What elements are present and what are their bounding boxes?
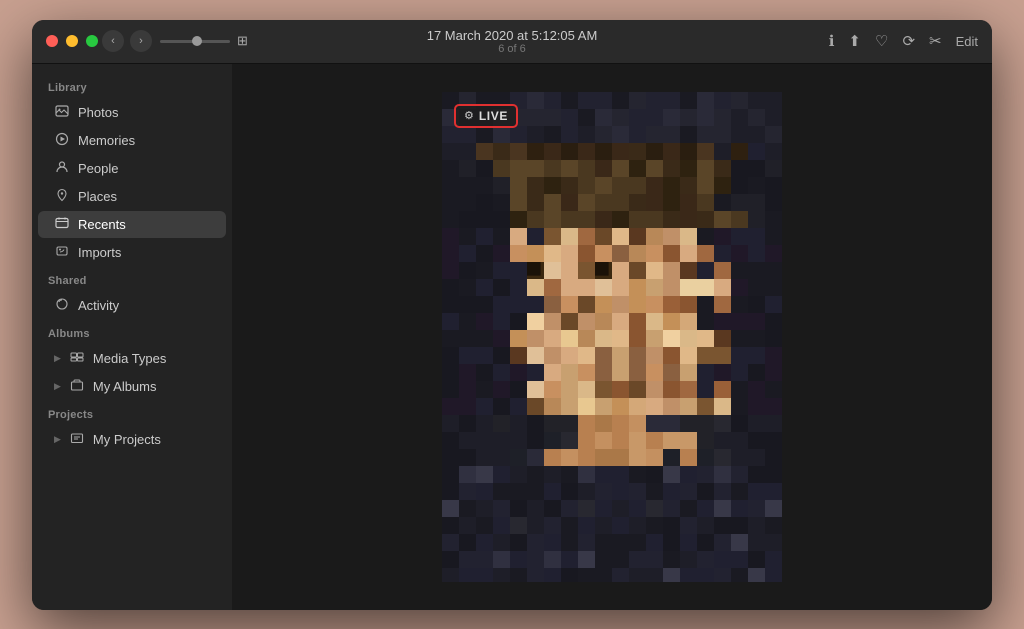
media-types-icon [69, 350, 85, 367]
toolbar-actions: ℹ ⬆ ♡ ⟳ ✂ Edit [829, 32, 978, 50]
nav-buttons: ‹ › [102, 30, 152, 52]
media-types-label: Media Types [93, 351, 210, 366]
sidebar-item-recents[interactable]: Recents [38, 211, 226, 238]
live-badge[interactable]: ⚙ LIVE [454, 104, 518, 128]
live-badge-icon: ⚙ [464, 109, 474, 122]
my-projects-icon [69, 431, 85, 448]
photo-container: ⚙ LIVE [442, 92, 782, 582]
maximize-button[interactable] [86, 35, 98, 47]
activity-icon [54, 297, 70, 314]
my-albums-expand: ▶ [54, 381, 61, 392]
tools-icon[interactable]: ✂ [929, 32, 942, 50]
share-icon[interactable]: ⬆ [848, 32, 861, 50]
photo-viewer: ⚙ LIVE [232, 64, 992, 610]
recents-icon [54, 216, 70, 233]
sidebar: Library Photos Memories People [32, 64, 232, 610]
sidebar-item-memories[interactable]: Memories [38, 127, 226, 154]
my-albums-label: My Albums [93, 379, 210, 394]
photos-icon [54, 104, 70, 121]
edit-button[interactable]: Edit [956, 34, 978, 49]
app-window: ‹ › ⊞ 17 March 2020 at 5:12:05 AM 6 of 6… [32, 20, 992, 610]
back-button[interactable]: ‹ [102, 30, 124, 52]
zoom-slider[interactable] [160, 40, 230, 43]
albums-section-label: Albums [32, 320, 232, 344]
projects-section-label: Projects [32, 401, 232, 425]
media-types-expand: ▶ [54, 353, 61, 364]
main-content: Library Photos Memories People [32, 64, 992, 610]
sidebar-item-activity[interactable]: Activity [38, 292, 226, 319]
people-icon [54, 160, 70, 177]
sidebar-item-places[interactable]: Places [38, 183, 226, 210]
photo-date: 17 March 2020 at 5:12:05 AM [427, 28, 598, 43]
sidebar-item-photos[interactable]: Photos [38, 99, 226, 126]
info-icon[interactable]: ℹ [829, 32, 835, 50]
my-albums-icon [69, 378, 85, 395]
heart-icon[interactable]: ♡ [875, 32, 888, 50]
people-label: People [78, 161, 210, 176]
places-label: Places [78, 189, 210, 204]
photos-label: Photos [78, 105, 210, 120]
sidebar-item-media-types[interactable]: ▶ Media Types [38, 345, 226, 372]
close-button[interactable] [46, 35, 58, 47]
places-icon [54, 188, 70, 205]
forward-button[interactable]: › [130, 30, 152, 52]
recents-label: Recents [78, 217, 210, 232]
memories-icon [54, 132, 70, 149]
sidebar-item-my-projects[interactable]: ▶ My Projects [38, 426, 226, 453]
titlebar: ‹ › ⊞ 17 March 2020 at 5:12:05 AM 6 of 6… [32, 20, 992, 64]
live-badge-text: LIVE [479, 109, 508, 123]
library-section-label: Library [32, 74, 232, 98]
photo-counter: 6 of 6 [498, 43, 526, 55]
imports-label: Imports [78, 245, 210, 260]
memories-label: Memories [78, 133, 210, 148]
activity-label: Activity [78, 298, 210, 313]
sidebar-item-my-albums[interactable]: ▶ My Albums [38, 373, 226, 400]
traffic-lights [46, 35, 98, 47]
imports-icon [54, 244, 70, 261]
rotate-icon[interactable]: ⟳ [902, 32, 915, 50]
minimize-button[interactable] [66, 35, 78, 47]
photo-image [442, 92, 782, 582]
my-projects-label: My Projects [93, 432, 210, 447]
grid-icon: ⊞ [237, 33, 248, 49]
my-projects-expand: ▶ [54, 434, 61, 445]
sidebar-item-imports[interactable]: Imports [38, 239, 226, 266]
sidebar-item-people[interactable]: People [38, 155, 226, 182]
shared-section-label: Shared [32, 267, 232, 291]
